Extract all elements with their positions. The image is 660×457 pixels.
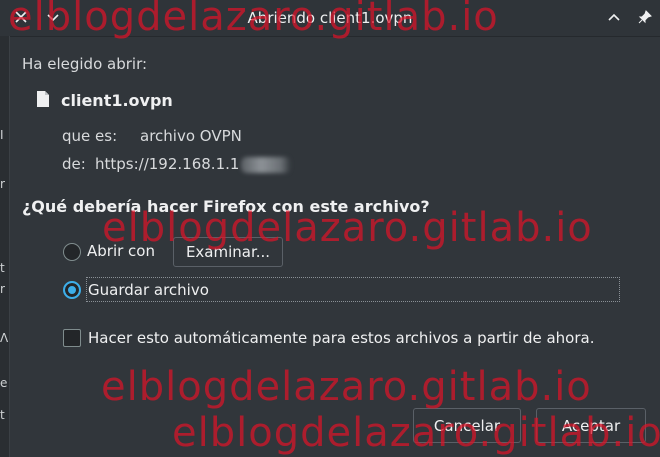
file-icon (36, 90, 50, 108)
edge-char: r (0, 282, 5, 296)
edge-char: e (0, 376, 8, 390)
watermark: elblogdelazaro.gitlab.io (101, 364, 592, 410)
type-label: que es: (62, 127, 118, 145)
from-label: de: (62, 155, 86, 173)
intro-label: Ha elegido abrir: (22, 55, 148, 73)
chevron-up-icon[interactable] (603, 6, 625, 28)
firefox-open-dialog: Abriendo client1.ovpn I r t r Λ e t Ha e… (0, 0, 660, 457)
redacted-blur (241, 156, 292, 173)
watermark: elblogdelazaro.gitlab.io (102, 205, 593, 251)
save-file-label[interactable]: Guardar archivo (88, 281, 209, 299)
auto-action-checkbox[interactable] (63, 329, 81, 347)
edge-char: I (0, 128, 4, 142)
edge-char: t (0, 408, 5, 422)
edge-char: Λ (0, 331, 9, 345)
background-window-edge: I r t r Λ e t (0, 36, 10, 457)
edge-char: r (0, 177, 5, 191)
filename: client1.ovpn (61, 91, 173, 110)
watermark: elblogdelazaro.gitlab.io (8, 0, 499, 40)
edge-char: t (0, 261, 5, 275)
open-with-radio[interactable] (63, 243, 81, 261)
watermark: elblogdelazaro.gitlab.io (172, 410, 660, 456)
from-value: https://192.168.1.1 (95, 155, 292, 173)
source-url: https://192.168.1.1 (95, 155, 240, 173)
auto-action-label[interactable]: Hacer esto automáticamente para estos ar… (88, 329, 594, 347)
pin-icon[interactable] (634, 6, 656, 28)
type-value: archivo OVPN (140, 127, 242, 145)
save-file-radio[interactable] (63, 281, 81, 299)
